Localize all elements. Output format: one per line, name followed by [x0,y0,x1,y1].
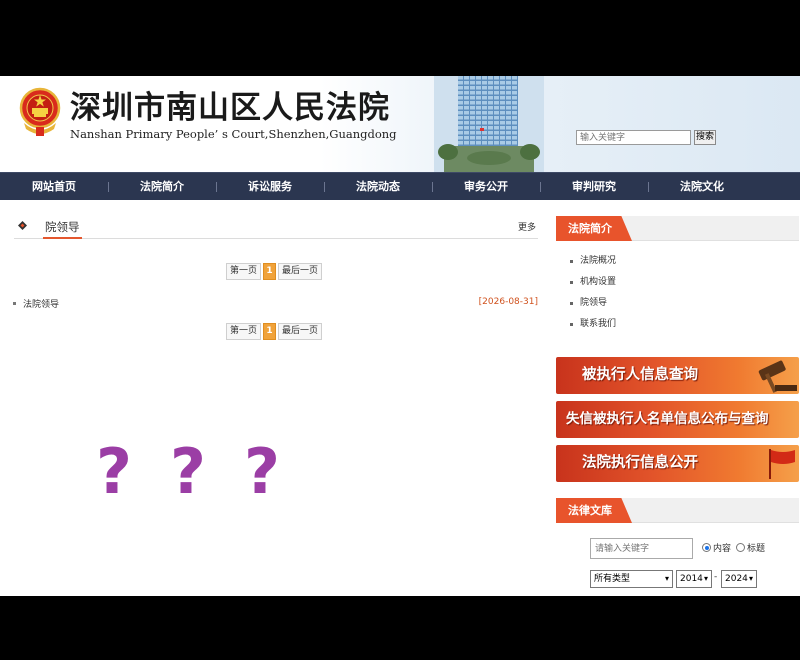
sidebar-item-contact[interactable]: 联系我们 [570,314,616,335]
court-intro-list: 法院概况 机构设置 院领导 联系我们 [570,251,616,335]
search-scope-radios: 内容 标题 [702,541,765,554]
nav-item-judicial-openness[interactable]: 审务公开 [432,173,540,200]
question-mark-icon: ? [169,435,206,508]
current-page-indicator[interactable]: 1 [263,323,277,340]
site-search-input[interactable] [576,130,691,145]
pagination-bottom: 第一页 1 最后一页 [226,323,323,340]
radio-title[interactable] [736,543,746,552]
question-mark-icon: ? [96,435,132,508]
year-to-select[interactable]: 2024 ▾ [721,570,757,588]
nav-item-court-intro[interactable]: 法院简介 [108,173,216,200]
nav-item-trial-research[interactable]: 审判研究 [540,173,648,200]
gavel-icon [758,360,797,393]
dishonest-list-banner[interactable]: 失信被执行人名单信息公布与查询 [556,401,799,438]
diamond-icon [18,221,27,230]
law-library-search-input[interactable] [590,538,693,559]
pagination-top: 第一页 1 最后一页 [226,263,323,280]
list-item-title[interactable]: 法院领导 [23,297,59,310]
court-intro-panel-title: 法院简介 [556,216,632,241]
list-item-date: [2026-08-31] [478,297,538,307]
execution-info-banner[interactable]: 法院执行信息公开 [556,445,799,482]
section-title: 院领导 [43,216,82,239]
main-nav: 网站首页 法院简介 诉讼服务 法院动态 审务公开 审判研究 法院文化 [0,172,800,200]
type-select-value: 所有类型 [594,574,631,584]
year-range-separator: - [714,572,718,582]
court-intro-panel-header: 法院简介 [556,216,799,241]
last-page-button[interactable]: 最后一页 [278,323,323,340]
page-content: 深圳市南山区人民法院 Nanshan Primary People’ s Cou… [0,76,800,596]
current-page-indicator[interactable]: 1 [263,263,277,280]
type-select[interactable]: 所有类型 ▾ [590,570,673,588]
court-building-image [434,76,544,172]
question-mark-icon: ? [243,435,280,508]
bullet-icon [13,302,16,305]
sidebar-item-leaders[interactable]: 院领导 [570,293,616,314]
radio-content-label: 内容 [713,544,732,554]
flag-icon [769,449,795,479]
first-page-button[interactable]: 第一页 [226,263,262,280]
chevron-down-icon: ▾ [703,574,708,583]
question-marks-overlay: ? ? ? [96,432,336,512]
site-header: 深圳市南山区人民法院 Nanshan Primary People’ s Cou… [0,76,800,172]
executed-person-query-banner[interactable]: 被执行人信息查询 [556,357,799,394]
nav-item-court-culture[interactable]: 法院文化 [648,173,756,200]
site-subtitle: Nanshan Primary People’ s Court,Shenzhen… [70,127,397,141]
banner-label: 失信被执行人名单信息公布与查询 [566,411,769,427]
nav-item-litigation-service[interactable]: 诉讼服务 [216,173,324,200]
last-page-button[interactable]: 最后一页 [278,263,323,280]
sidebar-item-court-overview[interactable]: 法院概况 [570,251,616,272]
search-button[interactable]: 搜索 [694,130,716,145]
law-library-panel-title: 法律文库 [556,498,632,523]
list-item[interactable]: 法院领导 [2026-08-31] [13,297,538,311]
year-from-select[interactable]: 2014 ▾ [676,570,712,588]
nav-item-court-news[interactable]: 法院动态 [324,173,432,200]
national-emblem-icon [19,87,61,136]
radio-title-label: 标题 [747,544,766,554]
chevron-down-icon: ▾ [664,574,669,583]
nav-item-home[interactable]: 网站首页 [0,173,108,200]
section-header: 院领导 更多 [14,216,538,239]
law-library-panel-header: 法律文库 [556,498,799,523]
site-title: 深圳市南山区人民法院 [70,90,390,126]
year-from-value: 2014 [680,574,703,584]
sidebar-item-organization[interactable]: 机构设置 [570,272,616,293]
radio-content[interactable] [702,543,711,552]
first-page-button[interactable]: 第一页 [226,323,262,340]
year-to-value: 2024 [725,574,748,584]
chevron-down-icon: ▾ [748,574,753,583]
more-link[interactable]: 更多 [518,220,536,233]
